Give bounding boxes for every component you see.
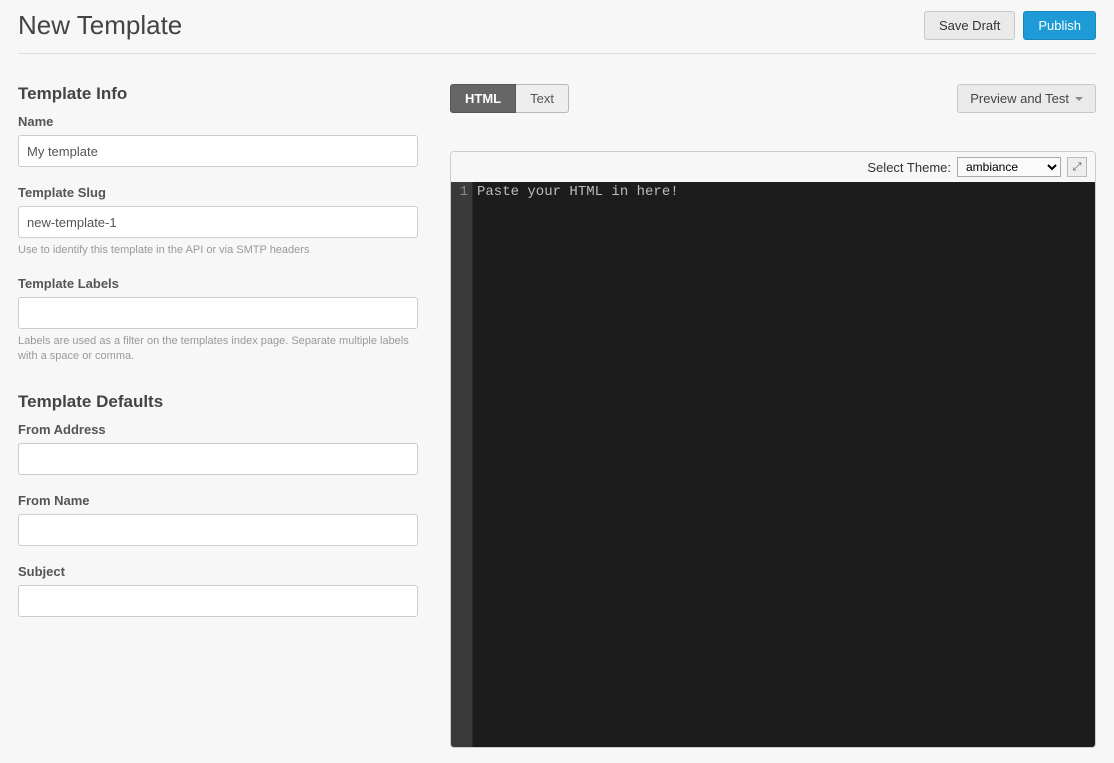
code-editor[interactable]: 1 Paste your HTML in here! xyxy=(451,182,1095,747)
labels-input[interactable] xyxy=(18,297,418,329)
select-theme-label: Select Theme: xyxy=(867,160,951,175)
preview-test-button[interactable]: Preview and Test xyxy=(957,84,1096,113)
expand-icon: ⤢ xyxy=(1073,161,1082,174)
slug-help-text: Use to identify this template in the API… xyxy=(18,243,418,258)
editor-content[interactable]: Paste your HTML in here! xyxy=(473,182,1095,747)
from-address-input[interactable] xyxy=(18,443,418,475)
chevron-down-icon xyxy=(1075,97,1083,101)
from-name-input[interactable] xyxy=(18,514,418,546)
preview-test-label: Preview and Test xyxy=(970,91,1069,106)
name-label: Name xyxy=(18,114,418,129)
editor-gutter: 1 xyxy=(451,182,473,747)
from-address-label: From Address xyxy=(18,422,418,437)
labels-help-text: Labels are used as a filter on the templ… xyxy=(18,334,418,364)
labels-label: Template Labels xyxy=(18,276,418,291)
save-draft-button[interactable]: Save Draft xyxy=(924,11,1015,40)
expand-button[interactable]: ⤢ xyxy=(1067,157,1087,177)
page-title: New Template xyxy=(18,10,182,41)
subject-input[interactable] xyxy=(18,585,418,617)
slug-label: Template Slug xyxy=(18,185,418,200)
tab-text[interactable]: Text xyxy=(516,84,569,113)
name-input[interactable] xyxy=(18,135,418,167)
tab-html[interactable]: HTML xyxy=(450,84,516,113)
theme-select[interactable]: ambiance xyxy=(957,157,1061,177)
slug-input[interactable] xyxy=(18,206,418,238)
template-info-heading: Template Info xyxy=(18,84,418,104)
from-name-label: From Name xyxy=(18,493,418,508)
subject-label: Subject xyxy=(18,564,418,579)
header-actions: Save Draft Publish xyxy=(924,11,1096,40)
template-defaults-heading: Template Defaults xyxy=(18,392,418,412)
publish-button[interactable]: Publish xyxy=(1023,11,1096,40)
tab-group: HTML Text xyxy=(450,84,569,113)
